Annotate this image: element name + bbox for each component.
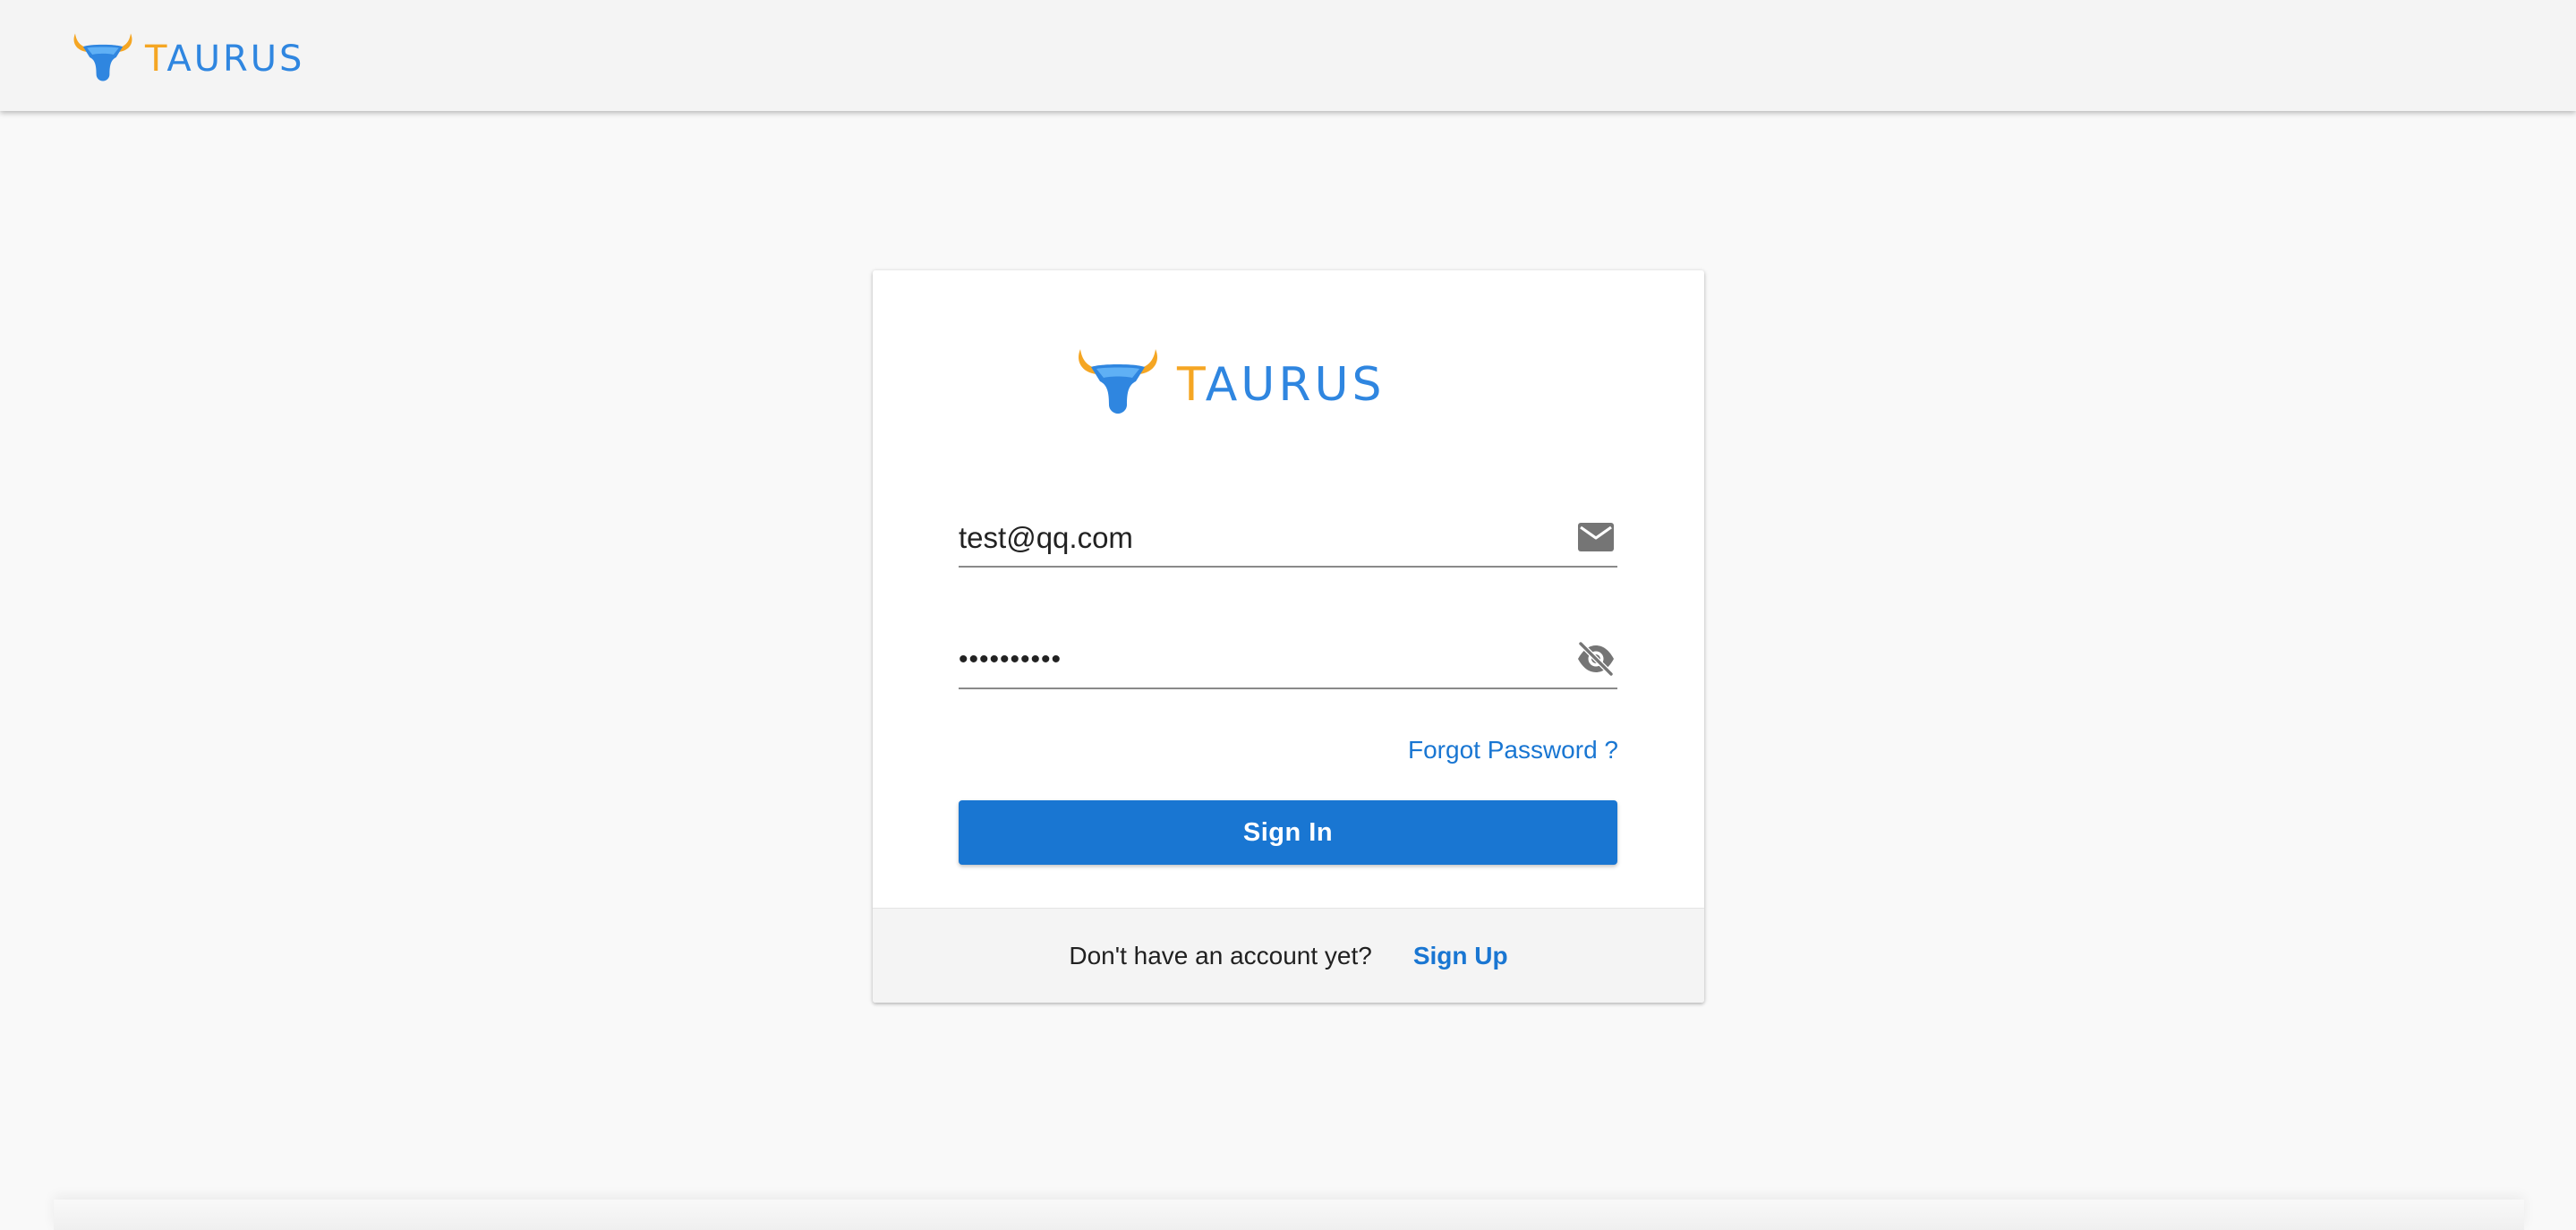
- header-brand-wordmark: TAURUS: [145, 38, 305, 80]
- taurus-bull-logo-icon: [73, 33, 132, 81]
- email-input[interactable]: [959, 516, 1531, 560]
- password-field[interactable]: [959, 616, 1617, 689]
- card-footer: Don't have an account yet? Sign Up: [873, 908, 1704, 1003]
- password-input[interactable]: [959, 637, 1531, 682]
- sign-in-button[interactable]: Sign In: [959, 800, 1617, 865]
- header-logo[interactable]: TAURUS: [70, 27, 304, 82]
- taurus-bull-logo-icon: [1079, 349, 1157, 414]
- forgot-password-link[interactable]: Forgot Password ?: [1408, 736, 1618, 764]
- email-field[interactable]: [959, 494, 1617, 568]
- sign-up-link[interactable]: Sign Up: [1413, 942, 1508, 970]
- signup-prompt-text: Don't have an account yet?: [1069, 941, 1372, 969]
- card-brand-wordmark: TAURUS: [1177, 358, 1386, 412]
- mail-icon: [1574, 516, 1617, 559]
- top-app-bar: TAURUS: [0, 0, 2576, 111]
- eye-off-icon[interactable]: [1574, 637, 1617, 680]
- bottom-edge-shadow: [54, 1200, 2524, 1230]
- login-card: TAURUS Forgot Password ? Sign In Don't h…: [873, 270, 1704, 1003]
- card-logo: TAURUS: [1071, 340, 1386, 415]
